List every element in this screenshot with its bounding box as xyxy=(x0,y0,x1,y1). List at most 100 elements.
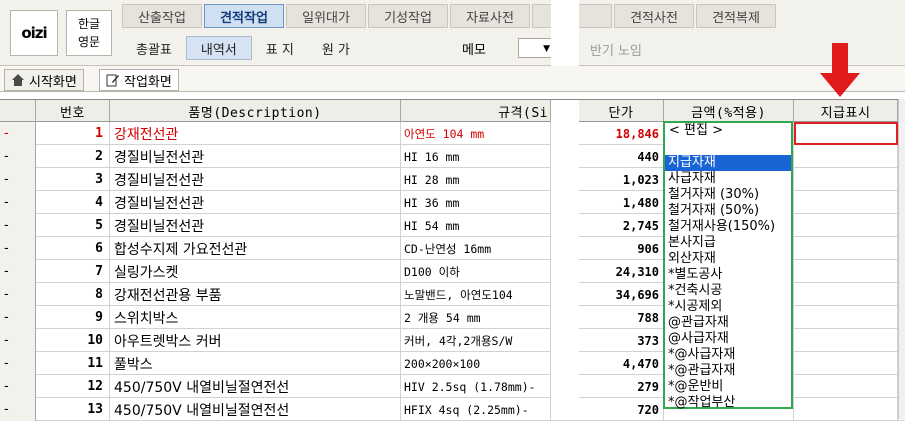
row-description[interactable]: 450/750V 내열비닐절연전선 xyxy=(110,375,401,398)
row-spec[interactable]: 200×200×100 xyxy=(401,352,551,375)
app-logo[interactable]: oizi xyxy=(10,10,58,56)
row-supply-mark[interactable] xyxy=(794,214,898,237)
row-spec[interactable]: HI 36 mm xyxy=(401,191,551,214)
tab-main-6[interactable]: 견적사전 xyxy=(614,4,694,28)
tab-sub-0[interactable]: 총괄표 xyxy=(122,36,186,60)
dropdown-option[interactable]: *@운반비 xyxy=(665,379,791,395)
row-unit-price[interactable]: 1,023 xyxy=(579,168,664,191)
row-mark[interactable]: - xyxy=(0,375,36,398)
tab-main-1[interactable]: 견적작업 xyxy=(204,4,284,28)
row-number[interactable]: 1 xyxy=(36,122,110,145)
dropdown-option[interactable]: 본사지급 xyxy=(665,235,791,251)
row-spec[interactable]: 노말밴드, 아연도104 xyxy=(401,283,551,306)
tab-work-screen[interactable]: 작업화면 xyxy=(99,69,179,91)
row-description[interactable]: 스위치박스 xyxy=(110,306,401,329)
row-supply-mark[interactable] xyxy=(794,352,898,375)
row-unit-price[interactable]: 2,745 xyxy=(579,214,664,237)
row-supply-mark[interactable] xyxy=(794,122,898,145)
row-mark[interactable]: - xyxy=(0,260,36,283)
row-supply-mark[interactable] xyxy=(794,329,898,352)
header-unit-price[interactable]: 단가 xyxy=(579,100,664,122)
tab-sub-1[interactable]: 내역서 xyxy=(185,36,252,60)
header-supply-mark[interactable]: 지급표시 xyxy=(794,100,898,122)
tab-start-screen[interactable]: 시작화면 xyxy=(4,69,84,91)
memo-select[interactable]: ▼ xyxy=(518,38,554,58)
dropdown-option[interactable]: *@사급자재 xyxy=(665,347,791,363)
dropdown-option[interactable]: *@작업부산 xyxy=(665,395,791,411)
header-spec[interactable]: 규격(Si xyxy=(401,100,551,122)
row-mark[interactable]: - xyxy=(0,191,36,214)
tab-main-4[interactable]: 자료사전 xyxy=(450,4,530,28)
header-amount[interactable]: 금액(%적용) xyxy=(664,100,794,122)
row-supply-mark[interactable] xyxy=(794,375,898,398)
row-number[interactable]: 6 xyxy=(36,237,110,260)
row-unit-price[interactable]: 24,310 xyxy=(579,260,664,283)
row-number[interactable]: 13 xyxy=(36,398,110,421)
dropdown-option[interactable]: 사급자재 xyxy=(665,171,791,187)
row-spec[interactable]: HI 16 mm xyxy=(401,145,551,168)
dropdown-option[interactable]: @관급자재 xyxy=(665,315,791,331)
row-spec[interactable]: 2 개용 54 mm xyxy=(401,306,551,329)
tab-main-7[interactable]: 견적복제 xyxy=(696,4,776,28)
dropdown-option[interactable]: 철거자재 (50%) xyxy=(665,203,791,219)
dropdown-option[interactable]: *건축시공 xyxy=(665,283,791,299)
row-number[interactable]: 11 xyxy=(36,352,110,375)
row-supply-mark[interactable] xyxy=(794,283,898,306)
row-mark[interactable]: - xyxy=(0,214,36,237)
chevron-down-icon[interactable]: ▼ xyxy=(543,44,550,54)
row-description[interactable]: 경질비닐전선관 xyxy=(110,214,401,237)
row-mark[interactable]: - xyxy=(0,352,36,375)
row-spec[interactable]: 커버, 4각,2개용S/W xyxy=(401,329,551,352)
vertical-scrollbar[interactable] xyxy=(898,99,905,419)
row-unit-price[interactable]: 34,696 xyxy=(579,283,664,306)
row-supply-mark[interactable] xyxy=(794,260,898,283)
row-unit-price[interactable]: 18,846 xyxy=(579,122,664,145)
row-spec[interactable]: CD-난연성 16mm xyxy=(401,237,551,260)
row-number[interactable]: 2 xyxy=(36,145,110,168)
row-mark[interactable]: - xyxy=(0,145,36,168)
row-description[interactable]: 풀박스 xyxy=(110,352,401,375)
row-supply-mark[interactable] xyxy=(794,145,898,168)
row-unit-price[interactable]: 373 xyxy=(579,329,664,352)
row-mark[interactable]: - xyxy=(0,398,36,421)
lang-english[interactable]: 영문 xyxy=(78,33,100,51)
row-number[interactable]: 9 xyxy=(36,306,110,329)
row-description[interactable]: 아우트렛박스 커버 xyxy=(110,329,401,352)
row-supply-mark[interactable] xyxy=(794,237,898,260)
row-unit-price[interactable]: 720 xyxy=(579,398,664,421)
header-description[interactable]: 품명(Description) xyxy=(110,100,401,122)
row-spec[interactable]: HI 54 mm xyxy=(401,214,551,237)
row-spec[interactable]: 아연도 104 mm xyxy=(401,122,551,145)
dropdown-option[interactable]: 철거재사용(150%) xyxy=(665,219,791,235)
language-toggle[interactable]: 한글 영문 xyxy=(66,10,112,56)
tab-main-3[interactable]: 기성작업 xyxy=(368,4,448,28)
row-unit-price[interactable]: 279 xyxy=(579,375,664,398)
header-no[interactable]: 번호 xyxy=(36,100,110,122)
row-number[interactable]: 3 xyxy=(36,168,110,191)
supply-type-dropdown[interactable]: < 편집 > 지급자재 사급자재 철거자재 (30%) 철거자재 (50%) 철거재사용… xyxy=(663,121,793,411)
row-mark[interactable]: - xyxy=(0,168,36,191)
row-number[interactable]: 7 xyxy=(36,260,110,283)
tab-main-0[interactable]: 산출작업 xyxy=(122,4,202,28)
row-supply-mark[interactable] xyxy=(794,306,898,329)
row-number[interactable]: 5 xyxy=(36,214,110,237)
row-description[interactable]: 강재전선관용 부품 xyxy=(110,283,401,306)
row-description[interactable]: 경질비닐전선관 xyxy=(110,191,401,214)
dropdown-option[interactable]: *시공제외 xyxy=(665,299,791,315)
row-number[interactable]: 12 xyxy=(36,375,110,398)
row-number[interactable]: 10 xyxy=(36,329,110,352)
tab-sub-2[interactable]: 표 지 xyxy=(252,36,308,60)
row-description[interactable]: 합성수지제 가요전선관 xyxy=(110,237,401,260)
dropdown-option[interactable]: 철거자재 (30%) xyxy=(665,187,791,203)
row-number[interactable]: 8 xyxy=(36,283,110,306)
tab-main-2[interactable]: 일위대가 xyxy=(286,4,366,28)
row-description[interactable]: 경질비닐전선관 xyxy=(110,145,401,168)
row-spec[interactable]: HI 28 mm xyxy=(401,168,551,191)
row-mark[interactable]: - xyxy=(0,237,36,260)
tab-sub-3[interactable]: 원 가 xyxy=(308,36,364,60)
dropdown-option[interactable]: *별도공사 xyxy=(665,267,791,283)
row-mark[interactable]: - xyxy=(0,122,36,145)
row-unit-price[interactable]: 1,480 xyxy=(579,191,664,214)
row-spec[interactable]: HFIX 4sq (2.25mm)- xyxy=(401,398,551,421)
dropdown-option[interactable]: 지급자재 xyxy=(665,155,791,171)
